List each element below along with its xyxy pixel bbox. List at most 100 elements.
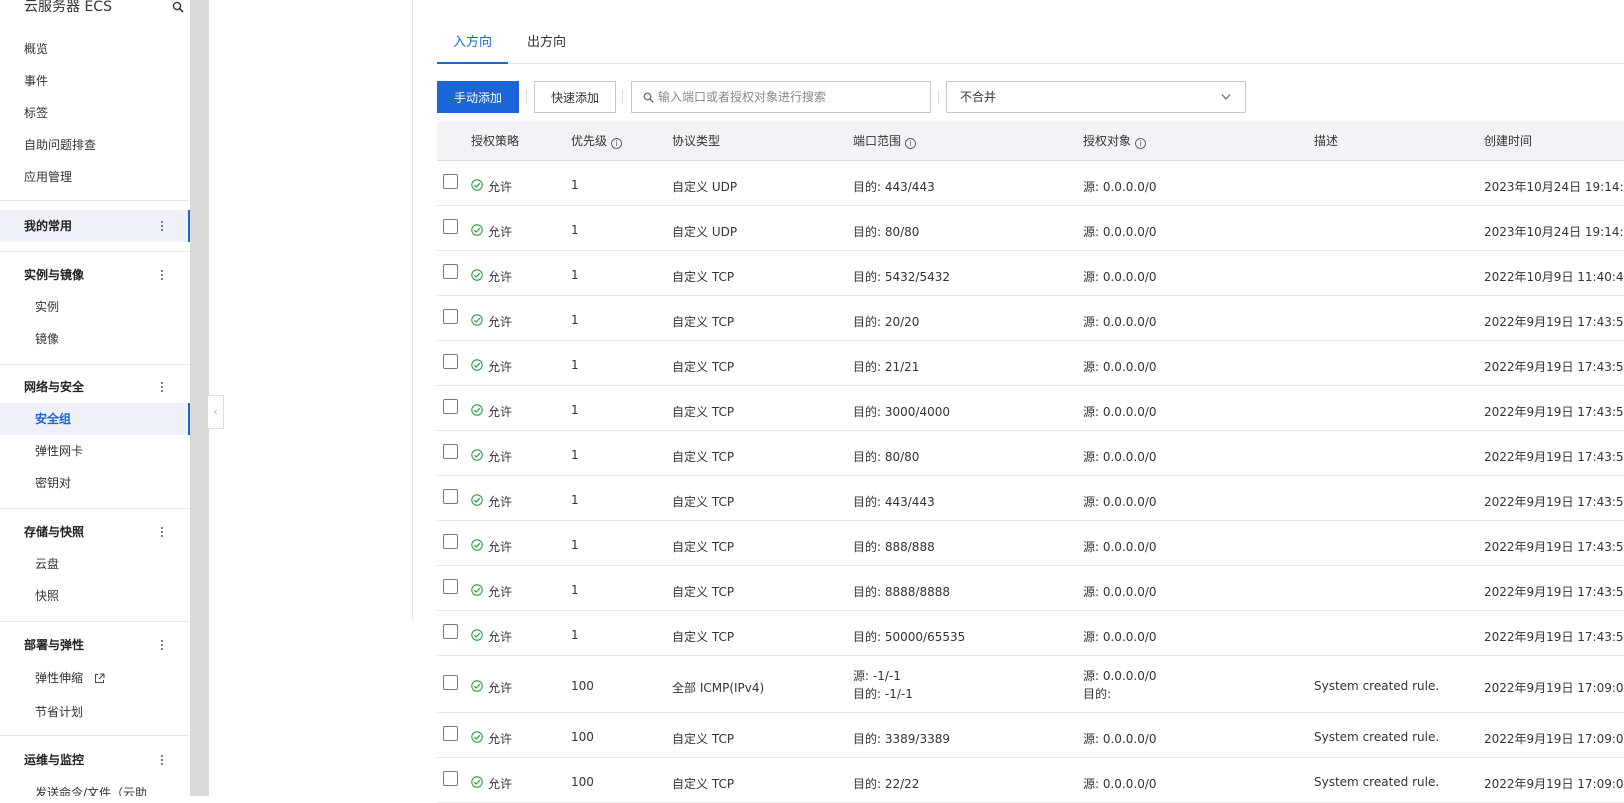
port-range-cell: 目的: 80/80 bbox=[853, 225, 920, 239]
table-row[interactable]: 允许 1 自定义 TCP 目的: 8888/8888 源: 0.0.0.0/0 2022年… bbox=[437, 566, 1624, 611]
table-row[interactable]: 允许 100 自定义 TCP 目的: 22/22 源: 0.0.0.0/0 System … bbox=[437, 758, 1624, 803]
sidebar-group-network[interactable]: 网络与安全 bbox=[24, 372, 84, 402]
sidebar-item-send-command[interactable]: 发送命令/文件（云助 bbox=[35, 778, 147, 796]
more-icon[interactable] bbox=[158, 753, 166, 767]
table-row[interactable]: 允许 1 自定义 TCP 目的: 21/21 源: 0.0.0.0/0 2022年9月19… bbox=[437, 341, 1624, 386]
created-time-cell: 2022年9月19日 17:43:56 bbox=[1484, 495, 1624, 509]
row-checkbox[interactable] bbox=[443, 624, 458, 639]
target-cell: 源: 0.0.0.0/0 bbox=[1083, 360, 1157, 374]
sidebar-item-snapshot[interactable]: 快照 bbox=[35, 581, 59, 611]
table-row[interactable]: 允许 1 自定义 TCP 目的: 888/888 源: 0.0.0.0/0 2022年9月… bbox=[437, 521, 1624, 566]
sidebar-item-overview[interactable]: 概览 bbox=[24, 34, 48, 64]
toolbar-divider bbox=[622, 90, 623, 104]
row-checkbox[interactable] bbox=[443, 354, 458, 369]
sidebar-divider bbox=[0, 364, 190, 365]
panel-divider bbox=[412, 0, 413, 620]
sidebar-item-savings-plan[interactable]: 节省计划 bbox=[35, 697, 83, 727]
collapse-sidebar-button[interactable]: ‹ bbox=[208, 395, 224, 429]
sidebar-item-troubleshoot[interactable]: 自助问题排查 bbox=[24, 130, 96, 160]
row-checkbox[interactable] bbox=[443, 771, 458, 786]
priority-cell: 1 bbox=[571, 628, 579, 642]
more-icon[interactable] bbox=[158, 638, 166, 652]
protocol-cell: 自定义 TCP bbox=[672, 405, 735, 419]
info-icon[interactable]: i bbox=[1135, 138, 1147, 149]
sidebar-group-deploy[interactable]: 部署与弹性 bbox=[24, 630, 84, 660]
header-port-range: 端口范围 i bbox=[853, 121, 917, 161]
priority-cell: 1 bbox=[571, 223, 579, 237]
description-cell: System created rule. bbox=[1314, 775, 1440, 789]
more-icon[interactable] bbox=[158, 380, 166, 394]
search-input[interactable] bbox=[658, 82, 918, 112]
row-checkbox[interactable] bbox=[443, 444, 458, 459]
sidebar-item-favorites[interactable]: 我的常用 bbox=[24, 211, 72, 241]
created-time-cell: 2022年9月19日 17:09:07 bbox=[1484, 732, 1624, 746]
rule-search[interactable] bbox=[631, 81, 931, 113]
sidebar-group-storage[interactable]: 存储与快照 bbox=[24, 517, 84, 547]
merge-select[interactable]: 不合并 bbox=[946, 81, 1246, 113]
table-row[interactable]: 允许 100 自定义 TCP 目的: 3389/3389 源: 0.0.0.0/0 Sys… bbox=[437, 713, 1624, 758]
row-checkbox[interactable] bbox=[443, 579, 458, 594]
target-cell: 源: 0.0.0.0/0 目的: bbox=[1083, 669, 1157, 701]
target-cell: 源: 0.0.0.0/0 bbox=[1083, 405, 1157, 419]
table-row[interactable]: 允许 1 自定义 TCP 目的: 5432/5432 源: 0.0.0.0/0 2022年… bbox=[437, 251, 1624, 296]
row-checkbox[interactable] bbox=[443, 489, 458, 504]
info-icon[interactable]: i bbox=[905, 138, 917, 149]
table-row[interactable]: 允许 1 自定义 TCP 目的: 50000/65535 源: 0.0.0.0/0 202… bbox=[437, 611, 1624, 656]
sidebar-item-app-management[interactable]: 应用管理 bbox=[24, 162, 72, 192]
port-range-cell: 目的: 21/21 bbox=[853, 360, 920, 374]
protocol-cell: 全部 ICMP(IPv4) bbox=[672, 681, 765, 695]
more-icon[interactable] bbox=[158, 219, 166, 233]
row-checkbox[interactable] bbox=[443, 174, 458, 189]
more-icon[interactable] bbox=[158, 268, 166, 282]
sidebar-item-tags[interactable]: 标签 bbox=[24, 98, 48, 128]
header-protocol: 协议类型 bbox=[672, 134, 721, 148]
policy-cell: 允许 bbox=[488, 540, 513, 554]
created-time-cell: 2023年10月24日 19:14:37 bbox=[1484, 225, 1624, 239]
row-checkbox[interactable] bbox=[443, 675, 458, 690]
check-circle-icon bbox=[471, 179, 483, 191]
row-checkbox[interactable] bbox=[443, 264, 458, 279]
sidebar-item-image[interactable]: 镜像 bbox=[35, 324, 59, 354]
row-checkbox[interactable] bbox=[443, 399, 458, 414]
sidebar-item-instance[interactable]: 实例 bbox=[35, 292, 59, 322]
table-row[interactable]: 允许 100 全部 ICMP(IPv4) 源: -1/-1 目的: -1/-1 源: 0.… bbox=[437, 656, 1624, 713]
table-row[interactable]: 允许 1 自定义 TCP 目的: 3000/4000 源: 0.0.0.0/0 2022年… bbox=[437, 386, 1624, 431]
chevron-down-icon bbox=[1221, 94, 1231, 100]
table-row[interactable]: 允许 1 自定义 TCP 目的: 443/443 源: 0.0.0.0/0 2022年9月… bbox=[437, 476, 1624, 521]
merge-select-value: 不合并 bbox=[960, 90, 997, 104]
table-row[interactable]: 允许 1 自定义 UDP 目的: 80/80 源: 0.0.0.0/0 2023年10月2… bbox=[437, 206, 1624, 251]
quick-add-button[interactable]: 快速添加 bbox=[534, 81, 616, 113]
description-cell: System created rule. bbox=[1314, 730, 1440, 744]
created-time-cell: 2022年9月19日 17:43:56 bbox=[1484, 630, 1624, 644]
row-checkbox[interactable] bbox=[443, 219, 458, 234]
more-icon[interactable] bbox=[158, 525, 166, 539]
sidebar-item-security-group[interactable]: 安全组 bbox=[35, 404, 71, 434]
row-checkbox[interactable] bbox=[443, 726, 458, 741]
row-checkbox[interactable] bbox=[443, 309, 458, 324]
header-port-label: 端口范围 bbox=[853, 134, 902, 148]
sidebar-item-keypair[interactable]: 密钥对 bbox=[35, 468, 71, 498]
check-circle-icon bbox=[471, 314, 483, 326]
direction-tabs: 入方向 出方向 bbox=[437, 28, 1624, 64]
row-checkbox[interactable] bbox=[443, 534, 458, 549]
sidebar-item-disk[interactable]: 云盘 bbox=[35, 549, 59, 579]
table-row[interactable]: 允许 1 自定义 TCP 目的: 80/80 源: 0.0.0.0/0 2022年9月19… bbox=[437, 431, 1624, 476]
table-row[interactable]: 允许 1 自定义 TCP 目的: 20/20 源: 0.0.0.0/0 2022年9月19… bbox=[437, 296, 1624, 341]
tab-inbound[interactable]: 入方向 bbox=[437, 28, 509, 64]
table-row[interactable]: 允许 1 自定义 UDP 目的: 443/443 源: 0.0.0.0/0 2023年10… bbox=[437, 161, 1624, 206]
target-cell: 源: 0.0.0.0/0 bbox=[1083, 495, 1157, 509]
sidebar-item-autoscaling[interactable]: 弹性伸缩 bbox=[35, 663, 83, 693]
info-icon[interactable]: i bbox=[611, 138, 623, 149]
external-link-icon bbox=[95, 673, 105, 683]
manual-add-button[interactable]: 手动添加 bbox=[437, 81, 519, 113]
target-cell: 源: 0.0.0.0/0 bbox=[1083, 450, 1157, 464]
sidebar-item-events[interactable]: 事件 bbox=[24, 66, 48, 96]
search-icon[interactable] bbox=[172, 1, 184, 13]
tab-outbound[interactable]: 出方向 bbox=[511, 28, 582, 64]
check-circle-icon bbox=[471, 269, 483, 281]
sidebar-group-instances[interactable]: 实例与镜像 bbox=[24, 260, 84, 290]
policy-cell: 允许 bbox=[488, 405, 513, 419]
sidebar-item-eni[interactable]: 弹性网卡 bbox=[35, 436, 83, 466]
header-description: 描述 bbox=[1314, 134, 1339, 148]
sidebar-group-ops[interactable]: 运维与监控 bbox=[24, 745, 84, 775]
